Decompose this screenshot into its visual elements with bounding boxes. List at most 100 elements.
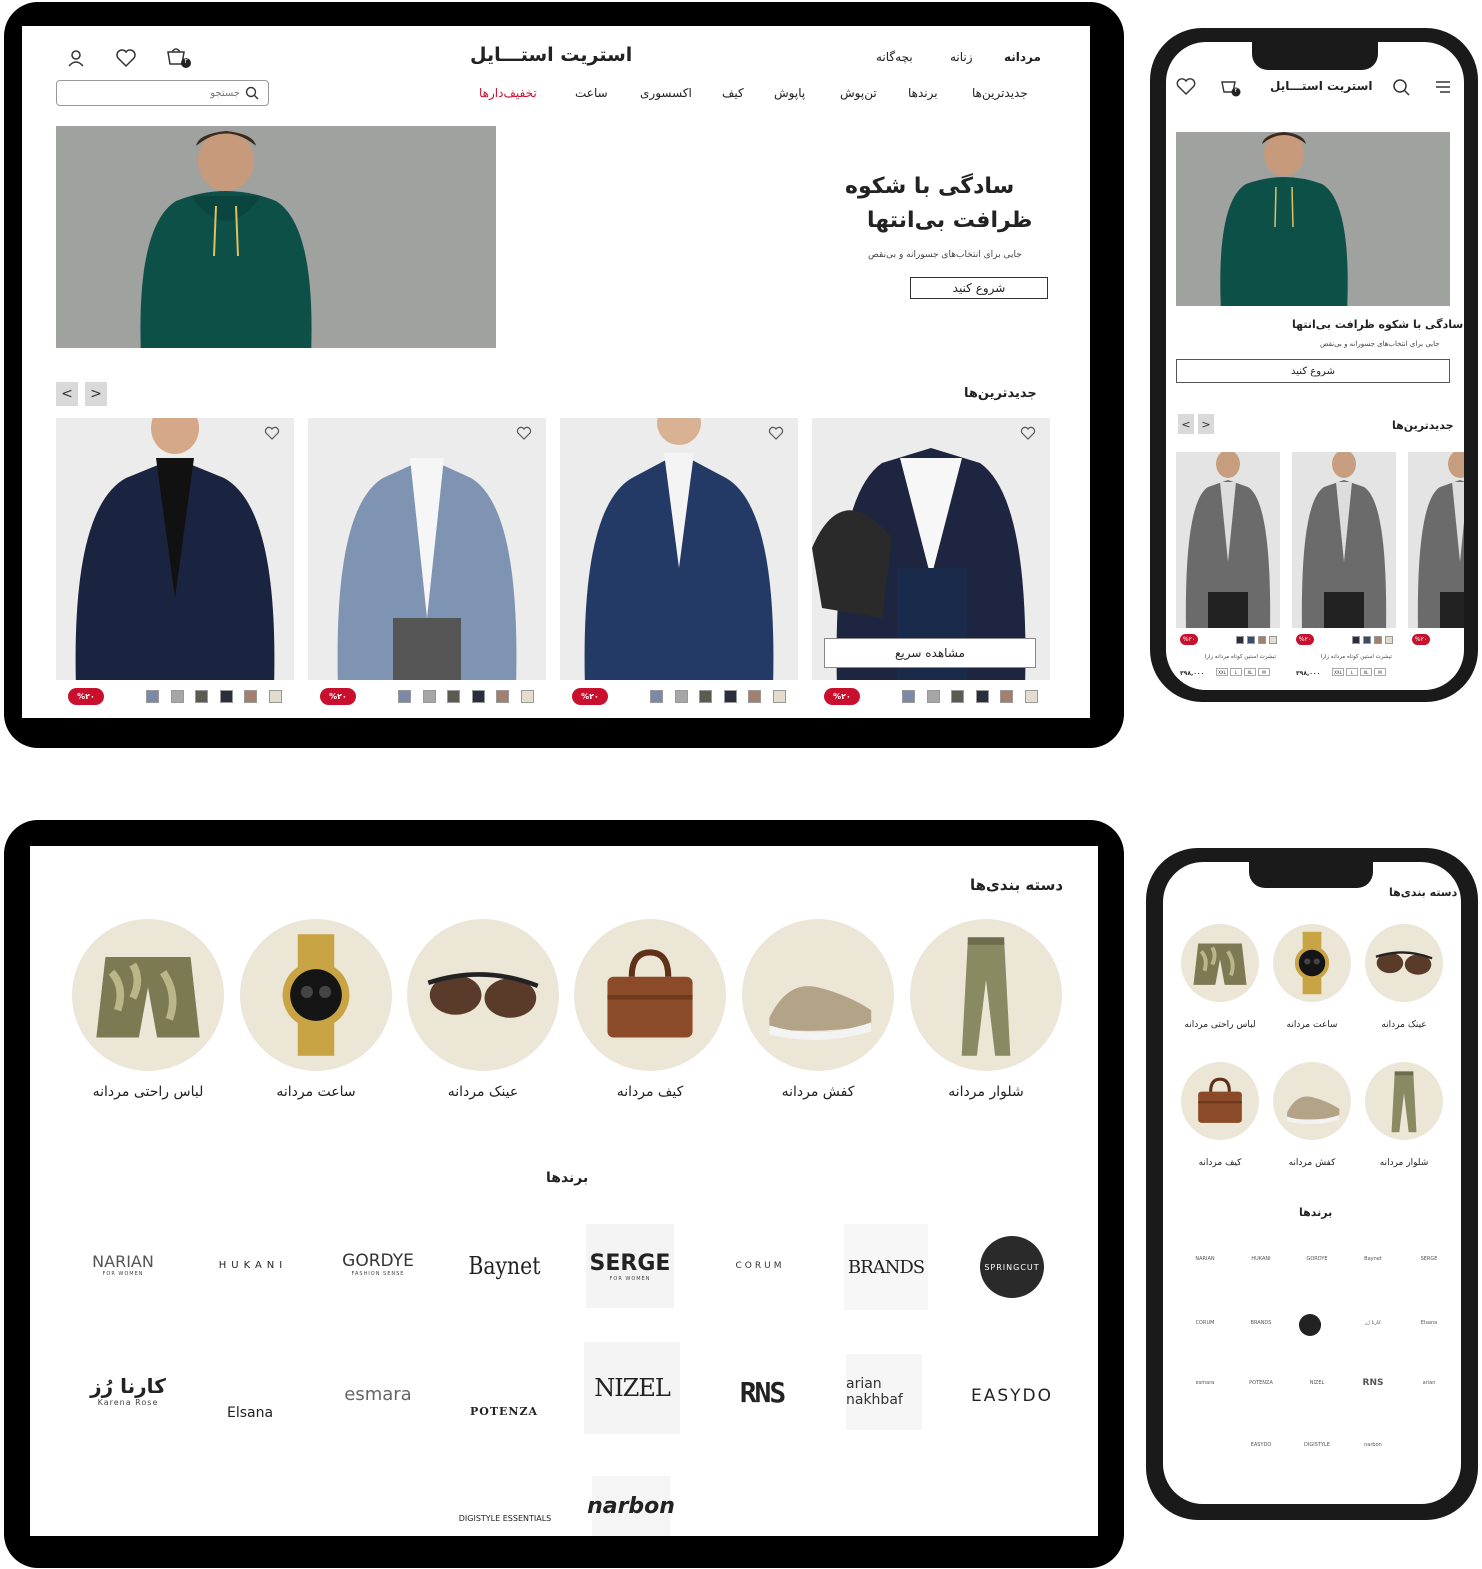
nav-brands[interactable]: برندها (908, 86, 938, 100)
category-shoe-image[interactable] (1273, 1062, 1351, 1140)
brand-logo[interactable]: CORUM (1187, 1314, 1223, 1332)
brand-logo[interactable]: SPRINGCUT (980, 1236, 1044, 1298)
nav-newest[interactable]: جدیدترین‌ها (972, 86, 1028, 100)
color-swatch[interactable] (219, 690, 233, 703)
brand-logo[interactable]: RNS (720, 1370, 804, 1414)
category-shoe-image[interactable] (742, 919, 894, 1071)
category-glasses-image[interactable] (1365, 924, 1443, 1002)
color-swatch[interactable] (1024, 690, 1038, 703)
brand-logo[interactable]: Elsana (1411, 1314, 1447, 1332)
color-swatch[interactable] (1352, 636, 1360, 644)
store-logo[interactable]: استریت استـــایل (470, 44, 632, 66)
nav-footwear[interactable]: پاپوش (774, 86, 805, 100)
color-swatch[interactable] (520, 690, 534, 703)
brand-logo[interactable]: DIGISTYLE ESSENTIALS (450, 1506, 560, 1530)
brand-logo[interactable]: NIZEL (584, 1342, 680, 1434)
category-label[interactable]: کیف مردانه (1171, 1158, 1269, 1168)
search-input[interactable] (65, 84, 240, 102)
brand-logo[interactable]: arian nakhbaf (846, 1354, 922, 1430)
category-label[interactable]: ساعت مردانه (1263, 1020, 1361, 1030)
color-swatch[interactable] (902, 690, 915, 703)
product-name[interactable]: تیشرت آستین کوتاه مردانه زارا (1180, 654, 1276, 660)
size-chip[interactable]: M (1374, 668, 1386, 676)
color-swatch[interactable] (748, 690, 761, 703)
brand-logo[interactable]: esmara (330, 1374, 426, 1414)
nav-bags[interactable]: کیف (722, 86, 744, 100)
brand-logo[interactable]: GORDYE (1299, 1250, 1335, 1268)
brand-logo[interactable]: narbon (1355, 1436, 1391, 1454)
wishlist-icon[interactable] (1176, 78, 1196, 96)
brand-logo[interactable]: NIZEL (1299, 1374, 1335, 1392)
carousel-prev-button[interactable]: < (1178, 414, 1194, 434)
cart-icon[interactable]: ۲ (165, 46, 193, 72)
category-label[interactable]: شلوار مردانه (1355, 1158, 1453, 1168)
color-swatch[interactable] (975, 690, 989, 703)
brand-logo[interactable]: BRANDS (844, 1224, 928, 1310)
brand-logo[interactable]: POTENZA (462, 1360, 546, 1426)
color-swatch[interactable] (244, 690, 257, 703)
color-swatch[interactable] (772, 690, 786, 703)
color-swatch[interactable] (1363, 636, 1371, 644)
category-bag-image[interactable] (574, 919, 726, 1071)
category-label[interactable]: ساعت مردانه (226, 1084, 406, 1100)
brand-logo[interactable]: NARIAN (1187, 1250, 1223, 1268)
category-label[interactable]: لباس راحتی مردانه (58, 1084, 238, 1100)
brand-logo[interactable]: arian (1411, 1374, 1447, 1392)
brand-logo[interactable]: NARIAN FOR WOMEN (82, 1236, 164, 1292)
color-swatch[interactable] (398, 690, 411, 703)
brand-logo[interactable]: BRANDS (1243, 1314, 1279, 1332)
product-card[interactable] (1292, 452, 1396, 628)
category-label[interactable]: شلوار مردانه (896, 1084, 1076, 1100)
search-bar[interactable] (56, 80, 269, 106)
category-watch-image[interactable] (240, 919, 392, 1071)
brand-logo[interactable]: EASYDO (970, 1376, 1054, 1416)
carousel-next-button[interactable]: > (1198, 414, 1214, 434)
size-chip[interactable]: XXL (1216, 668, 1228, 676)
color-swatch[interactable] (170, 690, 184, 703)
nav-accessories[interactable]: اکسسوری (640, 86, 692, 100)
size-chip[interactable]: L (1346, 668, 1358, 676)
brand-logo[interactable]: GORDYE FASHION SENSE (334, 1242, 422, 1286)
color-swatch[interactable] (1385, 636, 1393, 644)
color-swatch[interactable] (268, 690, 282, 703)
product-card[interactable] (308, 418, 546, 680)
product-name[interactable]: تیشرت آستین کوتاه مردانه زارا (1296, 654, 1392, 660)
carousel-prev-button[interactable]: < (56, 382, 78, 406)
account-icon[interactable] (66, 48, 86, 68)
category-label[interactable]: عینک مردانه (1355, 1020, 1453, 1030)
wishlist-icon[interactable] (1020, 426, 1036, 440)
category-label[interactable]: لباس راحتی مردانه (1171, 1020, 1269, 1030)
category-shorts-image[interactable] (1181, 924, 1259, 1002)
brand-logo[interactable]: EASYDO (1243, 1436, 1279, 1454)
quick-view-button[interactable]: مشاهده سریع (824, 638, 1036, 668)
color-swatch[interactable] (146, 690, 159, 703)
color-swatch[interactable] (447, 690, 460, 703)
nav-watches[interactable]: ساعت (575, 86, 608, 100)
brand-logo[interactable]: narbon (587, 1476, 675, 1536)
color-swatch[interactable] (1247, 636, 1255, 644)
wishlist-icon[interactable] (516, 426, 532, 440)
category-label[interactable]: کیف مردانه (560, 1084, 740, 1100)
nav-kids[interactable]: بچه‌گانه (876, 50, 913, 64)
color-swatch[interactable] (1236, 636, 1244, 644)
brand-logo[interactable]: POTENZA (1243, 1374, 1279, 1392)
category-pants-image[interactable] (910, 919, 1062, 1071)
color-swatch[interactable] (1258, 636, 1266, 644)
color-swatch[interactable] (951, 690, 964, 703)
category-label[interactable]: کفش مردانه (728, 1084, 908, 1100)
size-chip[interactable]: XL (1244, 668, 1256, 676)
product-card[interactable]: مشاهده سریع (812, 418, 1050, 680)
product-card[interactable] (560, 418, 798, 680)
product-card[interactable] (56, 418, 294, 680)
brand-logo[interactable]: HUKANI (1243, 1250, 1279, 1268)
nav-womens[interactable]: زنانه (950, 50, 973, 64)
brand-logo[interactable]: SERGE FOR WOMEN (586, 1224, 674, 1308)
category-label[interactable]: عینک مردانه (393, 1084, 573, 1100)
size-chip[interactable]: M (1258, 668, 1270, 676)
size-chip[interactable]: L (1230, 668, 1242, 676)
brand-logo[interactable]: کارنا رُز (1355, 1314, 1391, 1332)
brand-logo[interactable]: esmara (1187, 1374, 1223, 1392)
cart-icon[interactable]: ۲ (1220, 77, 1242, 99)
nav-mens[interactable]: مردانه (1004, 50, 1041, 64)
color-swatch[interactable] (674, 690, 688, 703)
